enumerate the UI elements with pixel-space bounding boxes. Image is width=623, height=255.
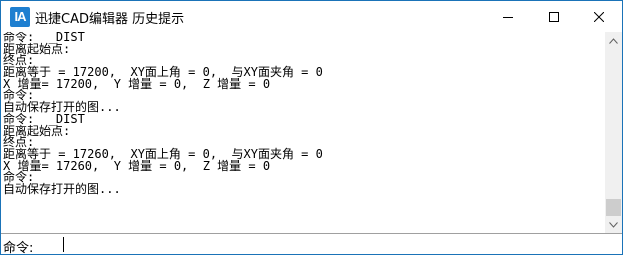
history-line: X 增量= 17200, Y 增量 = 0, Z 增量 = 0 bbox=[3, 76, 271, 91]
command-input[interactable] bbox=[57, 235, 617, 253]
history-line: 命令: _DIST bbox=[3, 32, 85, 44]
history-line: 距离起始点: bbox=[3, 123, 71, 138]
minimize-icon bbox=[503, 16, 513, 18]
chevron-up-icon bbox=[609, 37, 618, 44]
command-bar: 命令: bbox=[1, 234, 622, 254]
history-line: X 增量= 17260, Y 增量 = 0, Z 增量 = 0 bbox=[3, 158, 271, 173]
close-icon bbox=[594, 11, 604, 22]
title-bar[interactable]: IA 迅捷CAD编辑器 历史提示 bbox=[1, 1, 622, 32]
history-window: IA 迅捷CAD编辑器 历史提示 命令: _DIST 距离起始点: 终点: 距离… bbox=[0, 0, 623, 255]
scroll-down-button[interactable] bbox=[605, 216, 622, 233]
maximize-icon bbox=[549, 11, 559, 22]
text-caret bbox=[63, 237, 64, 252]
history-line: 自动保存打开的图... bbox=[3, 181, 121, 196]
maximize-button[interactable] bbox=[531, 1, 577, 32]
chevron-down-icon bbox=[609, 221, 618, 228]
history-output[interactable]: 命令: _DIST 距离起始点: 终点: 距离等于 = 17200, XY面上角… bbox=[2, 32, 604, 232]
history-line: 自动保存打开的图... bbox=[3, 100, 121, 115]
history-line: 命令: _DIST bbox=[3, 111, 85, 126]
vertical-scrollbar[interactable] bbox=[605, 32, 622, 233]
close-button[interactable] bbox=[576, 1, 622, 32]
minimize-button[interactable] bbox=[485, 1, 531, 32]
command-label: 命令: bbox=[3, 241, 34, 255]
scroll-up-button[interactable] bbox=[605, 32, 622, 49]
scrollbar-thumb[interactable] bbox=[606, 199, 621, 216]
window-title: 迅捷CAD编辑器 历史提示 bbox=[35, 12, 185, 27]
app-logo-icon: IA bbox=[10, 7, 30, 27]
history-line: 距离起始点: bbox=[3, 41, 71, 56]
